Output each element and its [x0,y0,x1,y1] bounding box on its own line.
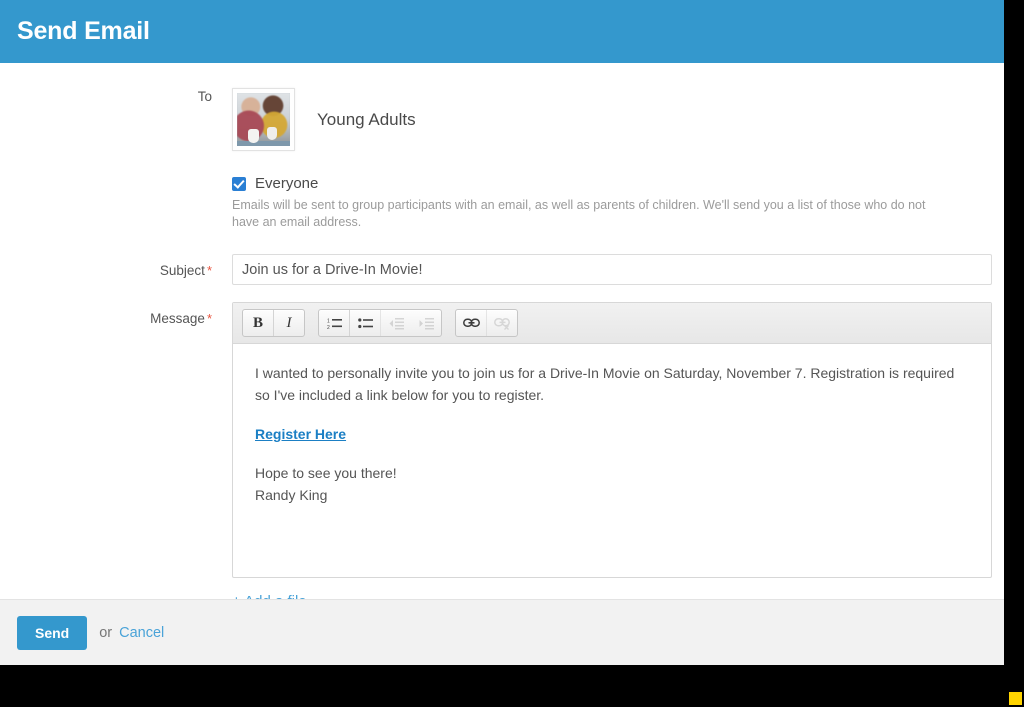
outdent-icon [380,310,411,336]
subject-field [232,254,1004,285]
photo-background [237,93,290,146]
unordered-list-icon[interactable] [349,310,380,336]
everyone-row: Everyone Emails will be sent to group pa… [0,175,1004,231]
svg-text:2: 2 [327,325,330,330]
to-row: To Young Adults [0,63,1004,151]
group-photo-thumbnail [232,88,295,151]
message-closing-line-1: Hope to see you there! [255,465,397,481]
italic-glyph: I [286,314,292,331]
subject-label-text: Subject [159,263,205,278]
message-required-marker: * [206,311,212,326]
editor-toolbar: B I 1 2 [233,303,991,344]
message-row: Message * B I 1 2 I wanted to personally… [0,302,1004,611]
message-label: Message * [0,302,232,328]
cancel-link[interactable]: Cancel [119,625,164,641]
everyone-checkbox-label[interactable]: Everyone [255,175,318,192]
message-field: B I 1 2 I wanted to personally invite yo… [232,302,1004,611]
everyone-checkbox-row[interactable]: Everyone [232,175,992,192]
photo-cup-right [266,126,278,140]
message-label-text: Message [150,311,205,326]
subject-required-marker: * [206,263,212,278]
list-indent-button-group: 1 2 [318,309,442,337]
rich-text-editor: B I 1 2 I wanted to personally invite yo… [232,302,992,578]
bold-icon[interactable]: B [243,310,273,336]
send-email-window: Send Email To Young Adults Everyone Emai… [0,0,1004,665]
indent-icon [411,310,441,336]
message-link-paragraph: Register Here [255,423,969,445]
italic-icon[interactable]: I [273,310,304,336]
send-button[interactable]: Send [17,615,88,650]
svg-text:1: 1 [327,318,330,324]
text-style-button-group: B I [242,309,305,337]
message-body[interactable]: I wanted to personally invite you to joi… [233,344,991,577]
everyone-checkbox[interactable] [232,176,246,191]
unlink-icon [486,310,517,336]
bold-glyph: B [252,314,263,331]
register-here-link[interactable]: Register Here [255,426,346,442]
link-icon[interactable] [456,310,486,336]
ordered-list-icon[interactable]: 1 2 [319,310,349,336]
link-button-group [455,309,518,337]
subject-row: Subject * [0,254,1004,285]
page-title: Send Email [17,17,150,45]
form-footer: Send or Cancel [0,599,1004,665]
everyone-field: Everyone Emails will be sent to group pa… [232,175,1004,231]
photo-table [237,141,290,146]
photo-cup-left [247,129,260,143]
message-paragraph-1: I wanted to personally invite you to joi… [255,365,955,403]
group-photo-image [237,93,290,146]
to-field: Young Adults [232,88,1004,151]
email-form: To Young Adults Everyone Emails will be … [0,63,1004,610]
recipient: Young Adults [232,88,992,151]
subject-label: Subject * [0,254,232,280]
page-header: Send Email [0,0,1004,63]
or-label: or [99,624,113,641]
to-label: To [197,89,212,104]
corner-marker [1009,692,1022,705]
everyone-help-text: Emails will be sent to group participant… [232,198,926,229]
message-closing-line-2: Randy King [255,487,328,503]
recipient-name: Young Adults [317,109,416,129]
right-letterbox [1004,0,1024,707]
subject-input[interactable] [232,254,992,285]
bottom-letterbox [0,665,1024,707]
